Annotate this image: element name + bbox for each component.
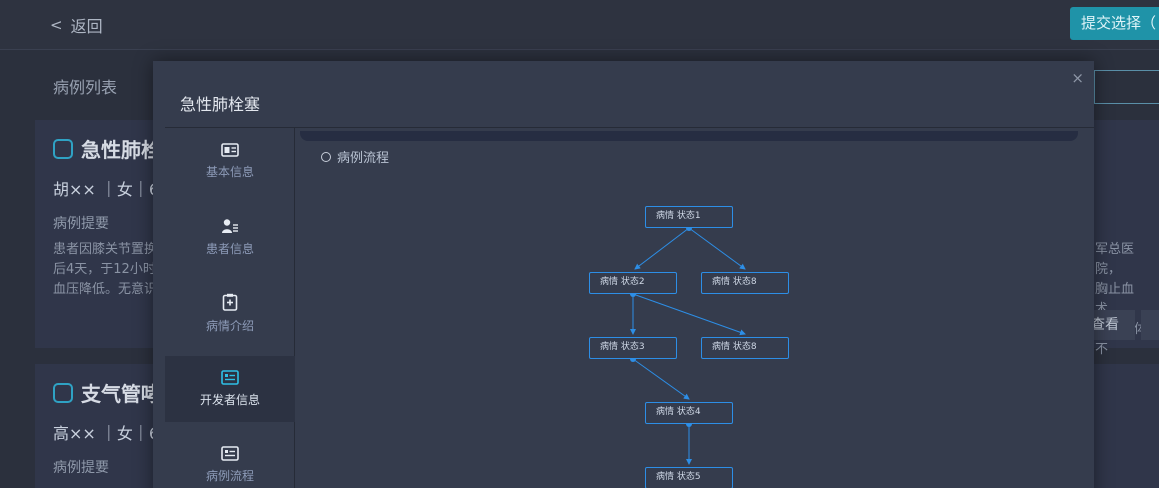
flow-node[interactable]: 病情 状态4 — [645, 402, 733, 424]
back-link[interactable]: < 返回 — [50, 13, 103, 37]
case-modal: 急性肺栓塞 × 基本信息 患者信息 病情介绍 开发者信息 病例流程 病例流程 病… — [153, 61, 1094, 488]
top-bar: < 返回 提交选择（ — [0, 0, 1159, 50]
chevron-left-icon: < — [50, 16, 63, 34]
case-checkbox[interactable] — [53, 382, 73, 403]
back-label: 返回 — [70, 17, 103, 36]
flow-edge — [634, 227, 690, 270]
case-name: 急性肺栓 — [81, 138, 161, 162]
case-description: 患者因膝关节置换 后4天，于12小时 血压降低。无意识 — [53, 242, 158, 297]
flow-node[interactable]: 病情 状态3 — [589, 337, 677, 359]
case-meta: 胡×× ｜女｜62 — [53, 180, 170, 199]
search-input[interactable] — [1094, 70, 1159, 104]
case-meta: 高×× ｜女｜65 — [53, 424, 170, 443]
case-checkbox[interactable] — [53, 138, 73, 159]
flow-edge — [632, 293, 746, 336]
case-description-tail: 军总医院， 胸止血术， 术，具体不 — [1095, 240, 1159, 360]
flow-node[interactable]: 病情 状态1 — [645, 206, 733, 228]
flow-node[interactable]: 病情 状态2 — [589, 272, 677, 294]
flow-node[interactable]: 病情 状态8 — [701, 337, 789, 359]
flow-edge — [632, 358, 690, 400]
case-name: 支气管哮 — [81, 382, 161, 406]
case-summary-label: 病例提要 — [53, 216, 109, 232]
submit-selection-button[interactable]: 提交选择（ — [1070, 7, 1159, 40]
case-summary-label: 病例提要 — [53, 460, 109, 476]
action-button[interactable] — [1141, 310, 1159, 340]
desc-line: 军总医院， — [1095, 242, 1135, 277]
flow-node[interactable]: 病情 状态8 — [701, 272, 789, 294]
flow-edge — [688, 227, 746, 270]
flow-node[interactable]: 病情 状态5 — [645, 467, 733, 488]
case-list-title: 病例列表 — [53, 78, 118, 97]
